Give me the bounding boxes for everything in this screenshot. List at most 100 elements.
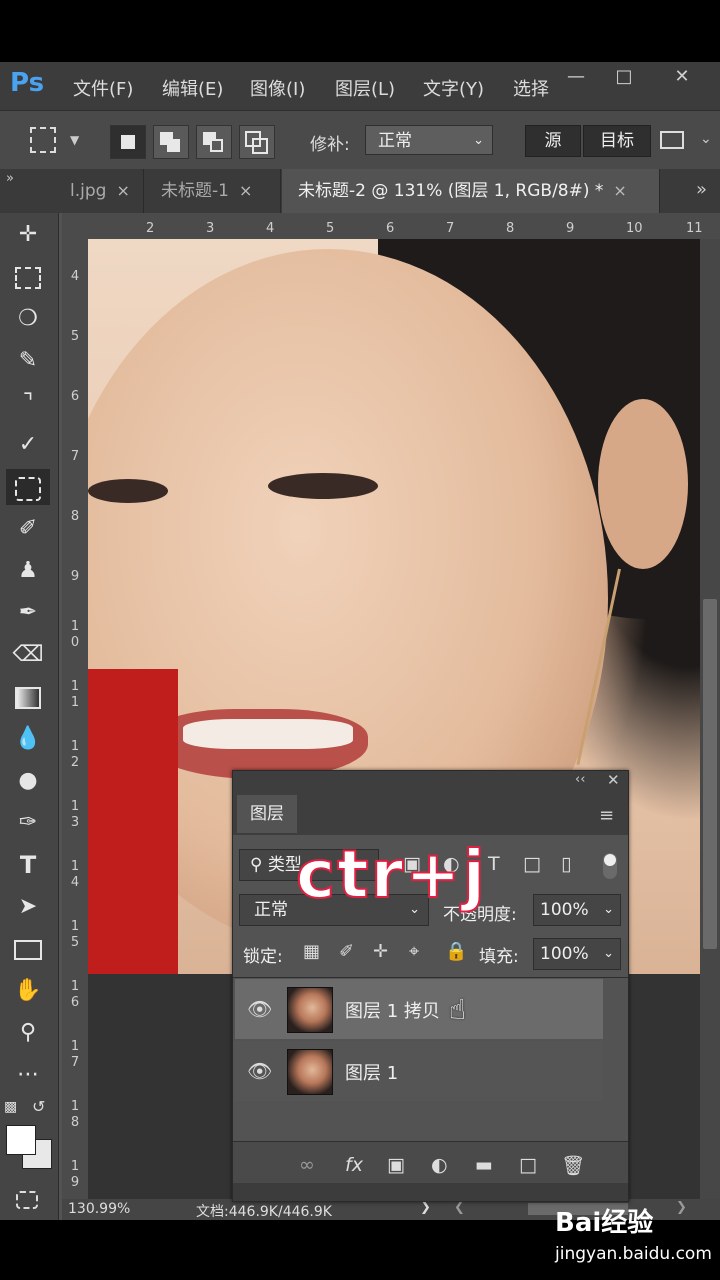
lasso-tool-icon[interactable]: ❍ bbox=[6, 301, 50, 337]
quick-mask-icon[interactable] bbox=[16, 1191, 38, 1209]
foreground-color-swatch[interactable] bbox=[6, 1125, 36, 1155]
close-icon[interactable]: × bbox=[613, 181, 626, 200]
dodge-tool-icon[interactable]: ● bbox=[6, 763, 50, 799]
panel-collapse-icon[interactable]: » bbox=[6, 171, 14, 186]
swap-colors-icon[interactable]: ↺ bbox=[32, 1097, 45, 1116]
menu-layer[interactable]: 图层(L) bbox=[335, 75, 395, 101]
link-icon[interactable]: ∞ bbox=[299, 1154, 315, 1176]
menu-image[interactable]: 图像(I) bbox=[250, 75, 305, 101]
red-collar-shape bbox=[88, 669, 178, 974]
layer-name[interactable]: 图层 1 bbox=[345, 1059, 398, 1085]
new-selection-button[interactable] bbox=[110, 125, 146, 159]
marquee-tool-icon[interactable] bbox=[6, 259, 50, 295]
panel-menu-icon[interactable]: ≡ bbox=[599, 805, 614, 826]
trash-icon[interactable]: 🗑 bbox=[561, 1154, 585, 1177]
collapse-panel-icon[interactable]: ‹‹ bbox=[575, 772, 585, 787]
adjustment-icon[interactable]: ◐ bbox=[431, 1154, 448, 1176]
layer-row[interactable]: 👁 图层 1 拷贝 ☝ bbox=[235, 979, 603, 1039]
smart-object-filter-icon[interactable]: ▯ bbox=[561, 853, 571, 875]
more-tools-icon[interactable]: ⋯ bbox=[6, 1057, 50, 1093]
tab-untitled-2[interactable]: 未标题-2 @ 131% (图层 1, RGB/8#) * × bbox=[282, 169, 660, 213]
mask-icon[interactable]: ▣ bbox=[387, 1154, 405, 1176]
lock-transparent-icon[interactable]: ▦ bbox=[303, 941, 320, 962]
chevron-down-icon[interactable]: ⌄ bbox=[700, 131, 712, 147]
layer-name[interactable]: 图层 1 拷贝 bbox=[345, 997, 440, 1023]
visibility-eye-icon[interactable]: 👁 bbox=[247, 1059, 272, 1083]
vertical-scrollbar[interactable] bbox=[700, 239, 720, 1199]
shape-filter-icon[interactable]: □ bbox=[523, 853, 541, 875]
opacity-input[interactable]: 100% ⌄ bbox=[533, 894, 621, 926]
default-colors-icon[interactable]: ▩ bbox=[4, 1099, 17, 1115]
right-eye-shape bbox=[268, 473, 378, 499]
close-icon[interactable]: ✕ bbox=[607, 771, 620, 789]
layer-thumbnail bbox=[287, 987, 333, 1033]
scrollbar-thumb[interactable] bbox=[703, 599, 717, 949]
lock-artboard-icon[interactable]: ⌖ bbox=[409, 941, 419, 962]
menu-select[interactable]: 选择 bbox=[513, 75, 549, 101]
move-tool-icon[interactable]: ✛ bbox=[6, 217, 50, 253]
target-button[interactable]: 目标 bbox=[583, 125, 651, 157]
fx-icon[interactable]: fx bbox=[345, 1154, 363, 1176]
rectangle-tool-icon[interactable] bbox=[6, 931, 50, 967]
path-selection-tool-icon[interactable]: ➤ bbox=[6, 889, 50, 925]
lock-pixels-icon[interactable]: ✐ bbox=[339, 941, 354, 962]
lock-all-icon[interactable]: 🔒 bbox=[445, 941, 467, 962]
ruler-tick: 4 bbox=[266, 221, 275, 236]
tab-overflow-icon[interactable]: » bbox=[696, 179, 707, 200]
zoom-level[interactable]: 130.99% bbox=[68, 1201, 130, 1217]
tab-layers[interactable]: 图层 bbox=[237, 795, 297, 833]
scroll-right-icon[interactable]: ❯ bbox=[676, 1200, 687, 1215]
patch-tool-icon[interactable] bbox=[6, 469, 50, 505]
eraser-tool-icon[interactable]: ⌫ bbox=[6, 637, 50, 673]
horizontal-ruler: 2 3 4 5 6 7 8 9 10 11 bbox=[62, 213, 720, 240]
visibility-eye-icon[interactable]: 👁 bbox=[247, 997, 272, 1021]
patch-tool-preset-icon[interactable] bbox=[30, 127, 56, 153]
minimize-icon[interactable]: — bbox=[556, 64, 596, 90]
blur-tool-icon[interactable]: 💧 bbox=[6, 721, 50, 757]
layer-row[interactable]: 👁 图层 1 bbox=[235, 1041, 603, 1101]
lock-position-icon[interactable]: ✛ bbox=[373, 941, 388, 962]
tab-ljpg[interactable]: l.jpg × bbox=[62, 169, 144, 213]
menu-edit[interactable]: 编辑(E) bbox=[162, 75, 223, 101]
close-icon[interactable]: ✕ bbox=[662, 64, 702, 90]
hand-tool-icon[interactable]: ✋ bbox=[6, 973, 50, 1009]
history-brush-tool-icon[interactable]: ✒ bbox=[6, 595, 50, 631]
zoom-tool-icon[interactable]: ⚲ bbox=[6, 1015, 50, 1051]
brush-tool-icon[interactable]: ✐ bbox=[6, 511, 50, 547]
stamp-tool-icon[interactable]: ♟ bbox=[6, 553, 50, 589]
new-layer-icon[interactable]: □ bbox=[519, 1154, 537, 1176]
maximize-icon[interactable]: □ bbox=[604, 64, 644, 90]
fill-input[interactable]: 100% ⌄ bbox=[533, 938, 621, 970]
source-button[interactable]: 源 bbox=[525, 125, 581, 157]
ruler-tick: 1 8 bbox=[70, 1099, 80, 1130]
ruler-tick: 3 bbox=[206, 221, 215, 236]
add-selection-button[interactable] bbox=[153, 125, 189, 159]
folder-icon[interactable]: ▬ bbox=[475, 1154, 493, 1176]
blend-mode-value: 正常 bbox=[254, 900, 288, 920]
patch-mode-select[interactable]: 正常 ⌄ bbox=[365, 125, 493, 155]
intersect-selection-button[interactable] bbox=[239, 125, 275, 159]
transparent-icon[interactable] bbox=[660, 131, 684, 149]
tab-untitled-1[interactable]: 未标题-1 × bbox=[145, 169, 281, 213]
ruler-tick: 7 bbox=[446, 221, 455, 236]
quick-selection-tool-icon[interactable]: ✎ bbox=[6, 343, 50, 379]
type-filter-icon[interactable]: T bbox=[488, 853, 500, 875]
scroll-left-icon[interactable]: ❮ bbox=[454, 1200, 465, 1215]
chevron-down-icon[interactable]: ▼ bbox=[70, 133, 79, 147]
subtract-selection-button[interactable] bbox=[196, 125, 232, 159]
gradient-tool-icon[interactable] bbox=[6, 679, 50, 715]
ruler-tick: 8 bbox=[506, 221, 515, 236]
ruler-tick: 1 0 bbox=[70, 619, 80, 650]
eyedropper-tool-icon[interactable]: ✓ bbox=[6, 427, 50, 463]
baidu-jingyan-watermark: Bai经验 bbox=[555, 1208, 654, 1238]
menu-file[interactable]: 文件(F) bbox=[73, 75, 133, 101]
pen-tool-icon[interactable]: ✑ bbox=[6, 805, 50, 841]
crop-tool-icon[interactable]: ⌝ bbox=[6, 385, 50, 421]
filter-toggle[interactable] bbox=[603, 853, 617, 879]
ruler-tick: 5 bbox=[70, 329, 80, 344]
status-menu-icon[interactable]: ❯ bbox=[420, 1200, 431, 1215]
menu-type[interactable]: 文字(Y) bbox=[423, 75, 484, 101]
type-tool-icon[interactable]: T bbox=[6, 847, 50, 883]
close-icon[interactable]: × bbox=[239, 181, 252, 200]
close-icon[interactable]: × bbox=[116, 181, 129, 200]
